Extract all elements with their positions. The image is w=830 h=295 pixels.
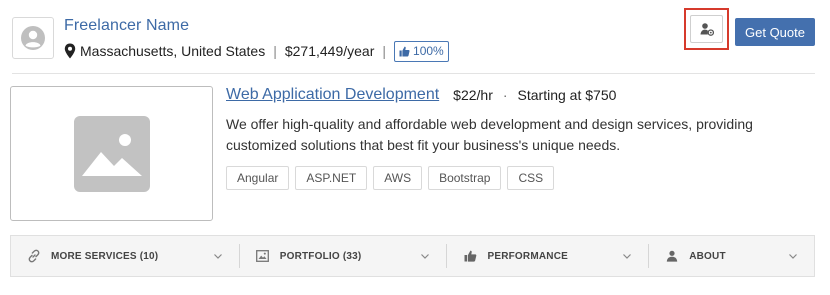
chevron-down-icon [213, 251, 223, 261]
profile-tab-bar: MORE SERVICES (10) PORTFOLIO (33) PERFOR… [10, 235, 815, 277]
service-thumbnail[interactable] [10, 86, 213, 221]
job-success-score: 100% [413, 44, 444, 58]
skill-tag[interactable]: Angular [226, 166, 290, 190]
tab-performance[interactable]: PERFORMANCE [447, 236, 648, 276]
skill-tag[interactable]: ASP.NET [295, 166, 368, 190]
thumbs-up-icon [463, 249, 477, 263]
tab-label: MORE SERVICES (10) [51, 250, 159, 262]
tab-label: PORTFOLIO (33) [279, 250, 362, 262]
image-placeholder-icon [73, 115, 150, 192]
header-divider [12, 73, 815, 74]
thumbs-up-icon [399, 46, 410, 56]
service-description: We offer high-quality and affordable web… [226, 116, 753, 153]
service-hourly-rate: $22/hr [453, 87, 493, 103]
follow-freelancer-button[interactable] [690, 15, 723, 43]
freelancer-card: Freelancer Name Massachusetts, United St… [0, 0, 830, 295]
user-settings-icon [700, 23, 714, 36]
freelancer-name-link[interactable]: Freelancer Name [64, 17, 189, 35]
link-icon [27, 249, 41, 263]
service-starting-price: Starting at $750 [517, 87, 617, 103]
chevron-down-icon [420, 251, 430, 261]
avatar-placeholder-icon [21, 26, 45, 50]
tab-about[interactable]: ABOUT [649, 236, 814, 276]
chevron-down-icon [622, 251, 632, 261]
service-heading: Web Application Development $22/hr · Sta… [226, 85, 616, 105]
follow-button-highlight [684, 8, 729, 50]
freelancer-meta: Massachusetts, United States | $271,449/… [64, 40, 449, 62]
meta-separator: | [382, 43, 387, 59]
skill-tags: Angular ASP.NET AWS Bootstrap CSS [226, 166, 555, 190]
service-separator-dot: · [502, 87, 508, 103]
user-icon [665, 249, 679, 263]
get-quote-button[interactable]: Get Quote [735, 18, 815, 46]
meta-separator: | [273, 43, 277, 59]
location-text: Massachusetts, United States [80, 43, 266, 59]
tab-portfolio[interactable]: PORTFOLIO (33) [240, 236, 447, 276]
skill-tag[interactable]: CSS [507, 166, 555, 190]
tab-label: ABOUT [689, 250, 726, 262]
image-icon [256, 249, 270, 263]
tab-label: PERFORMANCE [487, 250, 568, 262]
job-success-badge[interactable]: 100% [394, 40, 449, 62]
annual-rate: $271,449/year [284, 43, 375, 59]
tab-more-services[interactable]: MORE SERVICES (10) [11, 236, 239, 276]
skill-tag[interactable]: AWS [373, 166, 423, 190]
service-title-link[interactable]: Web Application Development [226, 86, 439, 104]
chevron-down-icon [788, 251, 798, 261]
skill-tag[interactable]: Bootstrap [428, 166, 502, 190]
location-pin-icon [64, 43, 76, 59]
avatar [12, 17, 54, 59]
